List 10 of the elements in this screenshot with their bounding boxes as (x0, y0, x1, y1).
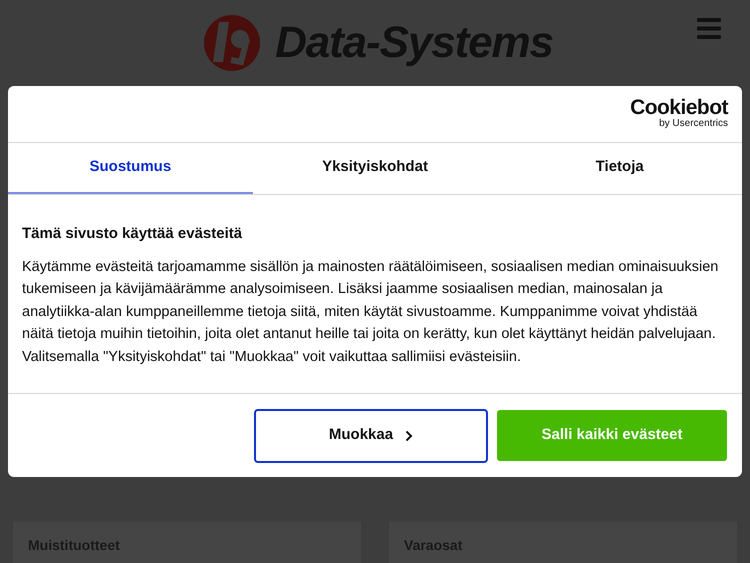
chevron-right-icon (405, 430, 414, 442)
tab[interactable]: Yksityiskohdat (252, 143, 498, 194)
provider-logo-text: Cookiebot (630, 97, 728, 118)
tab[interactable]: Tietoja (497, 143, 742, 194)
dialog-heading: Tämä sivusto käyttää evästeitä (22, 224, 244, 244)
menu-icon[interactable] (697, 18, 721, 39)
dialog-text: Käytämme evästeitä tarjoamamme sisällön ja mainosten räätälöimiseen, sosiaalisen median ominaisuuksien tukemiseen ja kävijämäärämme analysoimiseen. Lisäksi jaamme sosiaalisen median, mainosalan ja analytiikka-alan kumppaneillemme tietoja siitä, miten käytät sivustoamme. Kumppanimme voivat yhdistää näitä tietoja muihin tietoihin, joita olet antanut heille tai joita on kerätty, kun olet käyttänyt heidän palvelujaan. Valitsemalla "Yksityiskohdat" tai "Muokkaa" voit vaikuttaa sallimiisi evästeisiin. (22, 258, 720, 367)
tab[interactable]: Suostumus (8, 143, 253, 194)
provider-byline: by Usercentrics (659, 118, 728, 131)
customize-button[interactable]: Muokkaa (254, 408, 488, 462)
